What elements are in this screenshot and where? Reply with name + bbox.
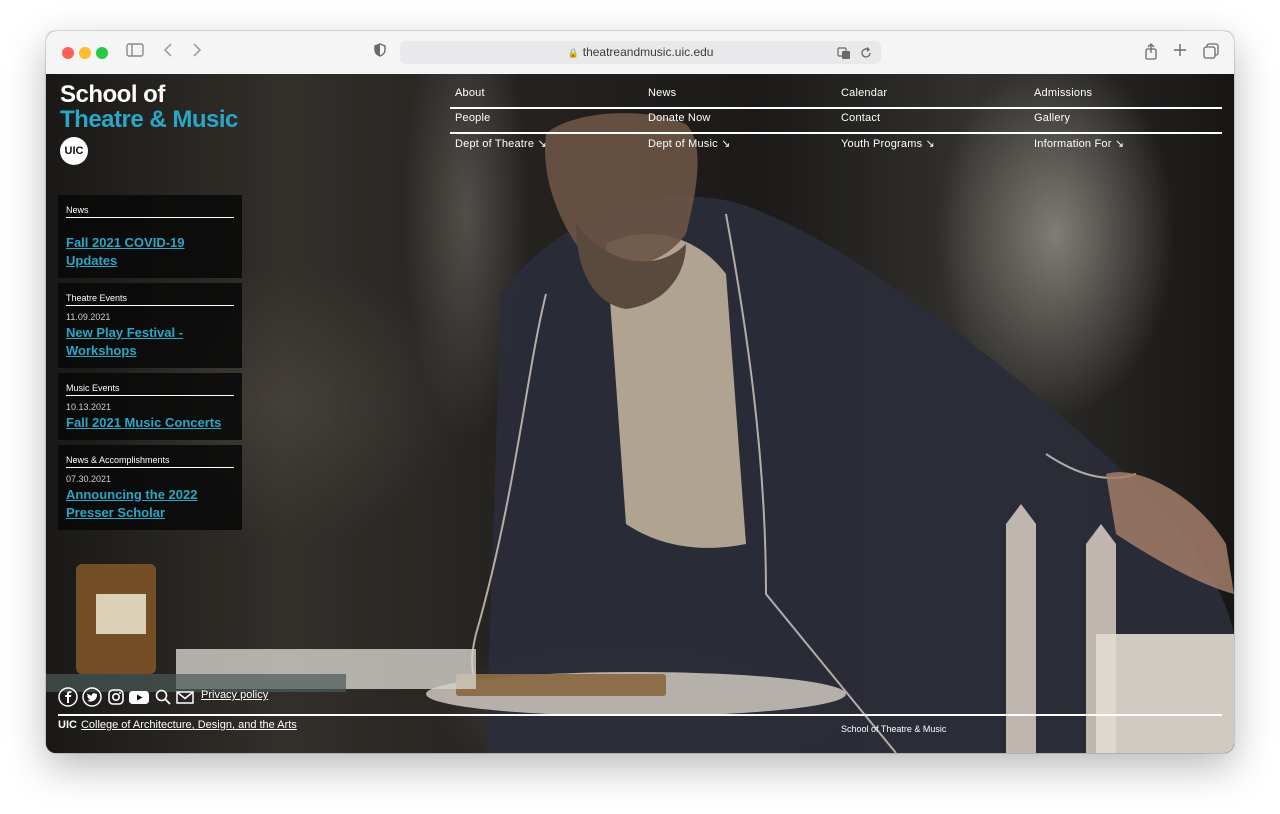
minimize-window-button[interactable] bbox=[79, 47, 91, 59]
forward-icon[interactable] bbox=[192, 43, 202, 61]
browser-window: 🔒 theatreandmusic.uic.edu School of Thea… bbox=[46, 31, 1234, 753]
youtube-icon[interactable] bbox=[128, 687, 150, 707]
sidebar-toggle-icon[interactable] bbox=[126, 43, 144, 61]
logo-line-2: Theatre & Music bbox=[60, 106, 238, 133]
lock-icon: 🔒 bbox=[567, 48, 579, 58]
college-link[interactable]: College of Architecture, Design, and the… bbox=[81, 719, 297, 731]
card-category: News & Accomplishments bbox=[66, 455, 234, 468]
nav-people[interactable]: People bbox=[455, 112, 490, 124]
nav-row-2: People Donate Now Contact Gallery bbox=[450, 109, 1222, 134]
privacy-policy-link[interactable]: Privacy policy bbox=[201, 689, 268, 701]
new-tab-icon[interactable] bbox=[1173, 43, 1187, 61]
address-bar[interactable]: 🔒 theatreandmusic.uic.edu bbox=[400, 41, 881, 64]
search-icon[interactable] bbox=[153, 687, 173, 707]
translate-icon[interactable] bbox=[837, 45, 851, 64]
nav-dept-of-music[interactable]: Dept of Music ↘ bbox=[648, 137, 731, 150]
footer-school-name: School of Theatre & Music bbox=[841, 724, 947, 734]
logo-line-1: School of bbox=[60, 81, 165, 108]
news-card: Music Events 10.13.2021 Fall 2021 Music … bbox=[58, 373, 242, 440]
mail-icon[interactable] bbox=[175, 687, 195, 707]
card-title-link[interactable]: Fall 2021 COVID-19 Updates bbox=[66, 234, 234, 270]
tab-overview-icon[interactable] bbox=[1203, 43, 1219, 63]
site-logo[interactable]: School of Theatre & Music bbox=[60, 82, 238, 132]
nav-news[interactable]: News bbox=[648, 87, 676, 99]
card-category: Music Events bbox=[66, 383, 234, 396]
nav-gallery[interactable]: Gallery bbox=[1034, 112, 1070, 124]
card-title-link[interactable]: Fall 2021 Music Concerts bbox=[66, 414, 234, 432]
nav-contact[interactable]: Contact bbox=[841, 112, 880, 124]
card-category: News bbox=[66, 205, 234, 218]
url-text: 🔒 theatreandmusic.uic.edu bbox=[400, 45, 881, 59]
nav-donate-now[interactable]: Donate Now bbox=[648, 112, 711, 124]
reload-icon[interactable] bbox=[860, 45, 872, 64]
uic-badge[interactable]: UIC bbox=[60, 137, 88, 165]
nav-dept-of-theatre[interactable]: Dept of Theatre ↘ bbox=[455, 137, 547, 150]
news-card: News & Accomplishments 07.30.2021 Announ… bbox=[58, 445, 242, 530]
news-card: Theatre Events 11.09.2021 New Play Festi… bbox=[58, 283, 242, 368]
nav-row-1: About News Calendar Admissions bbox=[450, 84, 1222, 109]
news-sidebar: News Fall 2021 COVID-19 Updates Theatre … bbox=[58, 195, 242, 535]
card-date: 11.09.2021 bbox=[66, 312, 111, 322]
maximize-window-button[interactable] bbox=[96, 47, 108, 59]
card-title-link[interactable]: Announcing the 2022 Presser Scholar bbox=[66, 486, 234, 522]
nav-row-3: Dept of Theatre ↘ Dept of Music ↘ Youth … bbox=[450, 134, 1222, 157]
news-card: News Fall 2021 COVID-19 Updates bbox=[58, 195, 242, 278]
card-date: 10.13.2021 bbox=[66, 402, 112, 412]
url-value: theatreandmusic.uic.edu bbox=[582, 45, 714, 59]
main-nav: About News Calendar Admissions People Do… bbox=[450, 84, 1222, 157]
footer-college: UIC College of Architecture, Design, and … bbox=[58, 719, 297, 731]
facebook-icon[interactable] bbox=[58, 687, 78, 707]
card-date: 07.30.2021 bbox=[66, 474, 112, 484]
nav-information-for[interactable]: Information For ↘ bbox=[1034, 137, 1124, 150]
card-title-link[interactable]: New Play Festival - Workshops bbox=[66, 324, 234, 360]
nav-calendar[interactable]: Calendar bbox=[841, 87, 887, 99]
twitter-icon[interactable] bbox=[82, 687, 102, 707]
privacy-shield-icon[interactable] bbox=[374, 43, 386, 61]
browser-toolbar: 🔒 theatreandmusic.uic.edu bbox=[46, 31, 1234, 75]
nav-youth-programs[interactable]: Youth Programs ↘ bbox=[841, 137, 935, 150]
page-content: School of Theatre & Music UIC About News… bbox=[46, 74, 1234, 753]
back-icon[interactable] bbox=[163, 43, 173, 61]
nav-admissions[interactable]: Admissions bbox=[1034, 87, 1092, 99]
nav-about[interactable]: About bbox=[455, 87, 485, 99]
uic-wordmark: UIC bbox=[58, 719, 77, 731]
instagram-icon[interactable] bbox=[106, 687, 126, 707]
share-icon[interactable] bbox=[1144, 43, 1158, 64]
footer-divider bbox=[58, 714, 1222, 716]
card-category: Theatre Events bbox=[66, 293, 234, 306]
close-window-button[interactable] bbox=[62, 47, 74, 59]
